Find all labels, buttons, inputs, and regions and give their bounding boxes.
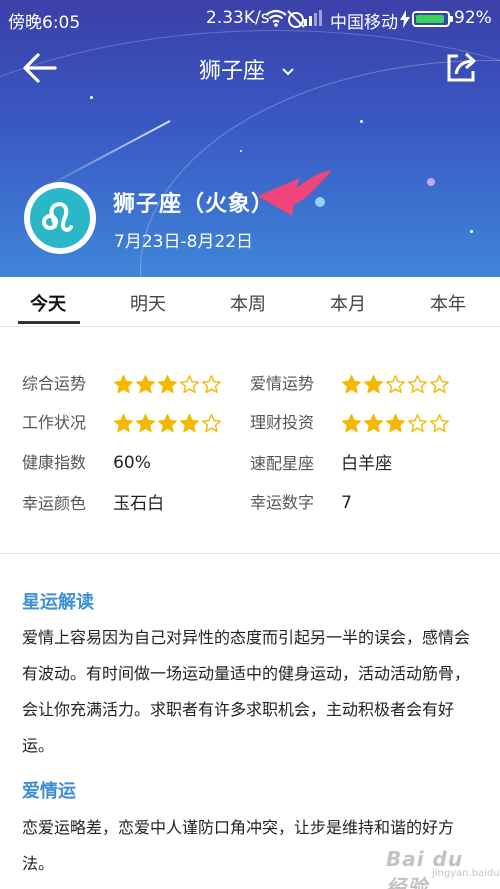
wifi-icon — [264, 8, 288, 33]
lucky-color-label: 幸运颜色 — [22, 494, 87, 513]
carrier-name: 中国移动 — [330, 13, 398, 33]
signal-icon — [298, 9, 322, 32]
star-rating — [113, 413, 223, 434]
lucky-number-label: 幸运数字 — [250, 493, 315, 512]
chevron-down-icon — [282, 57, 294, 82]
star-filled-icon — [136, 375, 156, 394]
decorative-star — [427, 178, 435, 186]
match-sign: 速配星座 白羊座 — [250, 449, 392, 474]
active-tab-indicator — [18, 321, 80, 324]
status-bar: 傍晚6:05 2.33K/s 中国移动 92% — [0, 0, 500, 36]
lucky-color: 幸运颜色 玉石白 — [22, 489, 164, 514]
sign-date-range: 7月23日-8月22日 — [114, 232, 254, 252]
overall-fortune-label: 综合运势 — [22, 374, 87, 393]
battery-percent: 92% — [454, 8, 492, 28]
tab-month[interactable]: 本月 — [330, 290, 366, 316]
star-filled-icon — [180, 414, 200, 433]
star-rating — [113, 374, 223, 395]
star-filled-icon — [342, 414, 362, 433]
decorative-star — [470, 230, 473, 233]
star-rating — [341, 374, 451, 395]
reading-text: 爱情上容易因为自己对异性的态度而引起另一半的误会，感情会有波动。有时间做一场运动… — [22, 628, 471, 755]
star-filled-icon — [364, 414, 384, 433]
arrow-left-icon — [23, 53, 57, 83]
battery-icon — [412, 11, 453, 27]
sign-selector[interactable]: 狮子座 — [199, 53, 294, 85]
star-empty-icon — [202, 414, 222, 433]
lucky-color-value: 玉石白 — [113, 494, 165, 514]
baidu-watermark: Bai du 经验 jingyan.baidu.com — [380, 838, 500, 889]
star-filled-icon — [158, 375, 178, 394]
star-empty-icon — [386, 375, 406, 394]
decorative-star — [240, 150, 242, 152]
star-empty-icon — [430, 375, 450, 394]
finance-fortune: 理财投资 — [250, 409, 451, 434]
network-speed: 2.33K/s — [206, 8, 270, 28]
share-icon — [447, 52, 476, 82]
share-button[interactable] — [444, 50, 478, 84]
decorative-star — [90, 96, 93, 99]
fortune-summary: 综合运势 爱情运势 工作状况 理财投资 健康指数 60% 速配星座 白羊座 幸运… — [0, 327, 500, 554]
overall-fortune: 综合运势 — [22, 370, 223, 395]
health-index-label: 健康指数 — [22, 453, 87, 472]
finance-fortune-label: 理财投资 — [250, 413, 315, 432]
leo-icon — [30, 188, 90, 248]
star-rating — [341, 413, 451, 434]
match-sign-value: 白羊座 — [341, 454, 393, 474]
love-section-title: 爱情运 — [22, 781, 76, 802]
health-index: 健康指数 60% — [22, 449, 151, 473]
tab-week[interactable]: 本周 — [230, 290, 266, 316]
back-button[interactable] — [22, 52, 58, 84]
work-status: 工作状况 — [22, 409, 223, 434]
love-fortune-label: 爱情运势 — [250, 374, 315, 393]
period-tabs: 今天 明天 本周 本月 本年 — [0, 277, 500, 327]
annotation-arrow-icon — [252, 166, 338, 226]
status-time: 傍晚6:05 — [8, 13, 81, 33]
battery-level — [416, 15, 444, 23]
star-empty-icon — [408, 414, 428, 433]
health-index-value: 60% — [113, 453, 151, 473]
tab-tomorrow[interactable]: 明天 — [130, 290, 166, 316]
star-empty-icon — [408, 375, 428, 394]
star-filled-icon — [136, 414, 156, 433]
tab-year[interactable]: 本年 — [430, 290, 466, 316]
sign-avatar — [24, 182, 96, 254]
lucky-number-value: 7 — [341, 493, 352, 513]
star-filled-icon — [386, 414, 406, 433]
charging-icon — [400, 10, 410, 33]
star-empty-icon — [202, 375, 222, 394]
watermark-url: jingyan.baidu.com — [432, 868, 500, 879]
star-filled-icon — [114, 414, 134, 433]
sign-name: 狮子座（火象） — [113, 192, 275, 217]
star-filled-icon — [342, 375, 362, 394]
work-status-label: 工作状况 — [22, 413, 87, 432]
lucky-number: 幸运数字 7 — [250, 489, 352, 513]
star-filled-icon — [114, 375, 134, 394]
love-fortune: 爱情运势 — [250, 370, 451, 395]
star-empty-icon — [430, 414, 450, 433]
page-title: 狮子座 — [199, 59, 266, 84]
decorative-star — [360, 120, 363, 123]
match-sign-label: 速配星座 — [250, 454, 315, 473]
star-filled-icon — [364, 375, 384, 394]
star-empty-icon — [180, 375, 200, 394]
reading-section-title: 星运解读 — [22, 592, 94, 613]
star-filled-icon — [158, 414, 178, 433]
tab-today[interactable]: 今天 — [30, 290, 66, 316]
